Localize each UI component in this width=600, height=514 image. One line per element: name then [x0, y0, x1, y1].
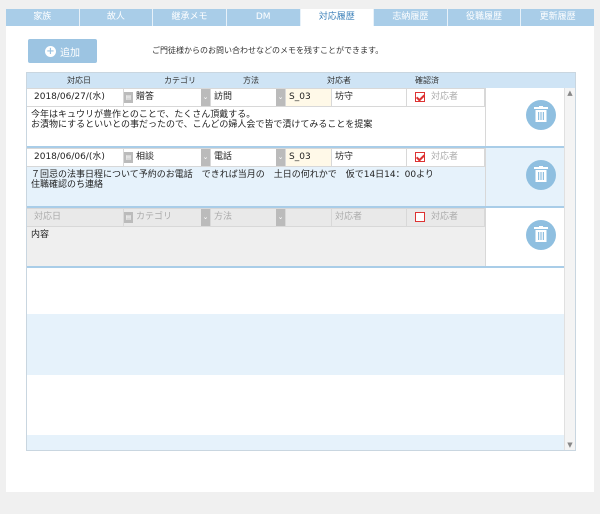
person-field[interactable]: 坊守 — [332, 88, 407, 107]
calendar-icon: ▤ — [124, 212, 133, 223]
content-line: 住職確認のち連絡 — [31, 180, 104, 190]
chevron-down-icon[interactable]: ⌄ — [276, 89, 285, 106]
record-fields: 2018/06/27/(水) ▤ 贈答 ⌄ 訪問 ⌄ S_03 坊守 対応者 — [27, 88, 485, 107]
content-line: 内容 — [31, 230, 50, 240]
tab-2[interactable]: 継承メモ — [153, 9, 227, 26]
plus-icon: + — [45, 45, 56, 57]
add-button-label: 追加 — [60, 47, 80, 59]
header-date: 対応日 — [67, 76, 91, 85]
header-confirmed: 確認済 — [415, 76, 439, 85]
tab-5[interactable]: 志納履歴 — [374, 9, 448, 26]
trash-icon — [534, 165, 548, 185]
empty-row — [27, 435, 564, 450]
record-row: 2018/06/27/(水) ▤ 贈答 ⌄ 訪問 ⌄ S_03 坊守 対応者 今年はキュウリが豊作… — [27, 88, 564, 148]
person-field[interactable]: 坊守 — [332, 148, 407, 167]
date-field[interactable]: 2018/06/06/(水) — [27, 148, 124, 167]
record-fields: 対応日 ▤ カテゴリ ⌄ 方法 ⌄ 対応者 対応者 — [27, 208, 485, 227]
record-body: 対応日 ▤ カテゴリ ⌄ 方法 ⌄ 対応者 対応者内容 — [27, 208, 485, 266]
record-fields: 2018/06/06/(水) ▤ 相談 ⌄ 電話 ⌄ S_03 坊守 対応者 — [27, 148, 485, 167]
content-line: 今年はキュウリが豊作とのことで、たくさん頂戴する。 — [31, 110, 256, 120]
delete-button[interactable] — [526, 220, 556, 250]
method-value: 訪問 — [214, 92, 233, 102]
chevron-down-icon[interactable]: ⌄ — [276, 149, 285, 166]
add-button[interactable]: + 追加 — [28, 39, 97, 63]
tab-6[interactable]: 役職履歴 — [447, 9, 522, 26]
date-field[interactable]: 2018/06/27/(水) — [27, 88, 124, 107]
calendar-icon: ▤ — [124, 152, 133, 163]
empty-row — [27, 375, 564, 435]
method-value: 電話 — [214, 152, 233, 162]
record-row: 2018/06/06/(水) ▤ 相談 ⌄ 電話 ⌄ S_03 坊守 対応者 ７回忌の法事日程につ… — [27, 148, 564, 208]
method-select[interactable]: 方法 ⌄ — [211, 208, 286, 227]
method-select[interactable]: 電話 ⌄ — [211, 148, 286, 167]
content-field[interactable]: 内容 — [31, 230, 481, 240]
method-value: 方法 — [214, 212, 233, 222]
scroll-down-icon[interactable]: ▼ — [565, 441, 575, 449]
chevron-down-icon[interactable]: ⌄ — [276, 209, 285, 226]
staff-code-field[interactable]: S_03 — [286, 88, 332, 107]
record-actions — [485, 88, 564, 146]
category-select[interactable]: ▤ 相談 ⌄ — [124, 148, 211, 167]
category-value: 相談 — [136, 152, 155, 162]
tab-1[interactable]: 故人 — [79, 9, 154, 26]
content-line: お漬物にするといいとの事だったので、こんどの婦人会で皆で漬けてみることを提案 — [31, 120, 373, 130]
record-actions — [485, 208, 564, 266]
chevron-down-icon[interactable]: ⌄ — [201, 209, 210, 226]
date-field[interactable]: 対応日 — [27, 208, 124, 227]
confirmer-field[interactable]: 対応者 — [431, 152, 458, 162]
record-body: 2018/06/27/(水) ▤ 贈答 ⌄ 訪問 ⌄ S_03 坊守 対応者 今年はキュウリが豊作… — [27, 88, 485, 146]
confirmed-checkbox[interactable] — [415, 92, 425, 102]
tab-0[interactable]: 家族 — [6, 9, 80, 26]
header-category: カテゴリ — [164, 76, 196, 85]
delete-button[interactable] — [526, 160, 556, 190]
tab-7[interactable]: 更新履歴 — [521, 9, 594, 26]
calendar-icon: ▤ — [124, 92, 133, 103]
tab-4[interactable]: 対応履歴 — [300, 9, 375, 26]
category-select[interactable]: ▤ 贈答 ⌄ — [124, 88, 211, 107]
chevron-down-icon[interactable]: ⌄ — [201, 89, 210, 106]
tab-3[interactable]: DM — [226, 9, 301, 26]
confirmed-checkbox[interactable] — [415, 212, 425, 222]
content-line: ７回忌の法事日程について予約のお電話 できれば当月の 土日の何れかで 仮で14日… — [31, 170, 434, 180]
confirmer-field[interactable]: 対応者 — [431, 212, 458, 222]
header-method: 方法 — [243, 76, 259, 85]
confirm-cell: 対応者 — [407, 88, 485, 107]
scroll-up-icon[interactable]: ▲ — [565, 89, 575, 97]
confirm-cell: 対応者 — [407, 148, 485, 167]
method-select[interactable]: 訪問 ⌄ — [211, 88, 286, 107]
history-grid: 対応日 カテゴリ 方法 対応者 確認済 2018/06/27/(水) ▤ 贈答 ⌄ 訪問… — [26, 72, 576, 451]
history-panel: + 追加 ご門徒様からのお問い合わせなどのメモを残すことができます。 対応日 カ… — [6, 26, 594, 492]
record-body: 2018/06/06/(水) ▤ 相談 ⌄ 電話 ⌄ S_03 坊守 対応者 ７回忌の法事日程につ… — [27, 148, 485, 206]
category-value: 贈答 — [136, 92, 155, 102]
confirmer-field[interactable]: 対応者 — [431, 92, 458, 102]
category-value: カテゴリ — [136, 212, 173, 222]
confirmed-checkbox[interactable] — [415, 152, 425, 162]
category-select[interactable]: ▤ カテゴリ ⌄ — [124, 208, 211, 227]
person-field[interactable]: 対応者 — [332, 208, 407, 227]
trash-icon — [534, 225, 548, 245]
grid-header: 対応日 カテゴリ 方法 対応者 確認済 — [27, 73, 575, 88]
staff-code-field[interactable]: S_03 — [286, 148, 332, 167]
header-person: 対応者 — [327, 76, 351, 85]
confirm-cell: 対応者 — [407, 208, 485, 227]
delete-button[interactable] — [526, 100, 556, 130]
grid-scrollbar[interactable]: ▲ ▼ — [564, 88, 575, 450]
trash-icon — [534, 105, 548, 125]
tab-bar: 家族 故人 継承メモ DM 対応履歴 志納履歴 役職履歴 更新履歴 — [6, 9, 594, 26]
staff-code-field[interactable] — [286, 208, 332, 227]
content-field[interactable]: 今年はキュウリが豊作とのことで、たくさん頂戴する。 お漬物にするといいとの事だった… — [31, 110, 481, 130]
empty-row — [27, 314, 564, 375]
record-actions — [485, 148, 564, 206]
content-field[interactable]: ７回忌の法事日程について予約のお電話 できれば当月の 土日の何れかで 仮で14日… — [31, 170, 481, 190]
new-record-row: 対応日 ▤ カテゴリ ⌄ 方法 ⌄ 対応者 対応者内容 — [27, 208, 564, 268]
chevron-down-icon[interactable]: ⌄ — [201, 149, 210, 166]
notice-text: ご門徒様からのお問い合わせなどのメモを残すことができます。 — [152, 46, 384, 55]
